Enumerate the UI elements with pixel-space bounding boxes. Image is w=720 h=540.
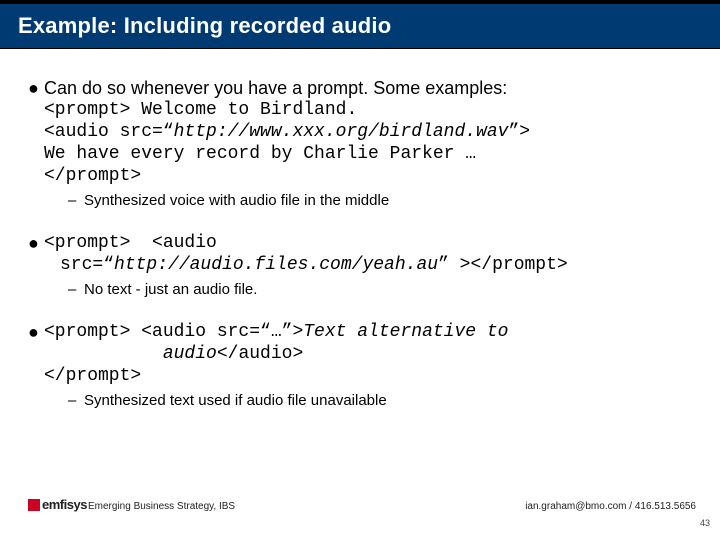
logo-mark-icon: [28, 499, 40, 511]
footer: emfisys Emerging Business Strategy, IBS …: [0, 498, 720, 530]
bullet-dot-icon: ●: [28, 77, 44, 210]
bullet-dot-icon: ●: [28, 321, 44, 410]
code-line: src=“http://audio.files.com/yeah.au” ></…: [60, 254, 692, 276]
bullet-2-body: <prompt> <audio src=“http://audio.files.…: [44, 232, 692, 299]
sub-bullet: – No text - just an audio file.: [68, 280, 692, 299]
sub-text: Synthesized voice with audio file in the…: [84, 191, 389, 210]
slide: Example: Including recorded audio ● Can …: [0, 0, 720, 540]
code-line: <prompt> Welcome to Birdland.: [44, 99, 692, 121]
bullet-dot-icon: ●: [28, 232, 44, 299]
title-band: Example: Including recorded audio: [0, 0, 720, 48]
bullet-3: ● <prompt> <audio src=“…”>Text alternati…: [28, 321, 692, 410]
code-line: <prompt> <audio src=“…”>Text alternative…: [44, 321, 692, 343]
logo: emfisys: [28, 497, 87, 512]
sub-bullet: – Synthesized voice with audio file in t…: [68, 191, 692, 210]
code-line: <prompt> <audio: [44, 232, 692, 254]
code-italic-span: audio: [163, 344, 217, 364]
bullet-1: ● Can do so whenever you have a prompt. …: [28, 77, 692, 210]
sub-bullet: – Synthesized text used if audio file un…: [68, 391, 692, 410]
code-line: </prompt>: [44, 165, 692, 187]
page-number: 43: [700, 518, 710, 528]
footer-left-text: Emerging Business Strategy, IBS: [88, 501, 235, 512]
slide-title: Example: Including recorded audio: [18, 13, 391, 39]
bullet-3-body: <prompt> <audio src=“…”>Text alternative…: [44, 321, 692, 410]
sub-text: Synthesized text used if audio file unav…: [84, 391, 387, 410]
code-italic-span: http://www.xxx.org/birdland.wav: [174, 122, 509, 142]
bullet-1-lead: Can do so whenever you have a prompt. So…: [44, 77, 692, 99]
code-line: audio</audio>: [44, 343, 692, 365]
content-area: ● Can do so whenever you have a prompt. …: [0, 49, 720, 410]
code-line: We have every record by Charlie Parker …: [44, 143, 692, 165]
bullet-1-body: Can do so whenever you have a prompt. So…: [44, 77, 692, 210]
logo-text: emfisys: [42, 497, 87, 512]
footer-right-text: ian.graham@bmo.com / 416.513.5656: [525, 501, 696, 512]
code-italic-span: http://audio.files.com/yeah.au: [114, 255, 438, 275]
dash-icon: –: [68, 391, 84, 410]
dash-icon: –: [68, 191, 84, 210]
code-line: <audio src=“http://www.xxx.org/birdland.…: [44, 121, 692, 143]
bullet-2: ● <prompt> <audio src=“http://audio.file…: [28, 232, 692, 299]
sub-text: No text - just an audio file.: [84, 280, 257, 299]
dash-icon: –: [68, 280, 84, 299]
code-line: </prompt>: [44, 365, 692, 387]
code-italic-span: Text alternative to: [303, 322, 508, 342]
